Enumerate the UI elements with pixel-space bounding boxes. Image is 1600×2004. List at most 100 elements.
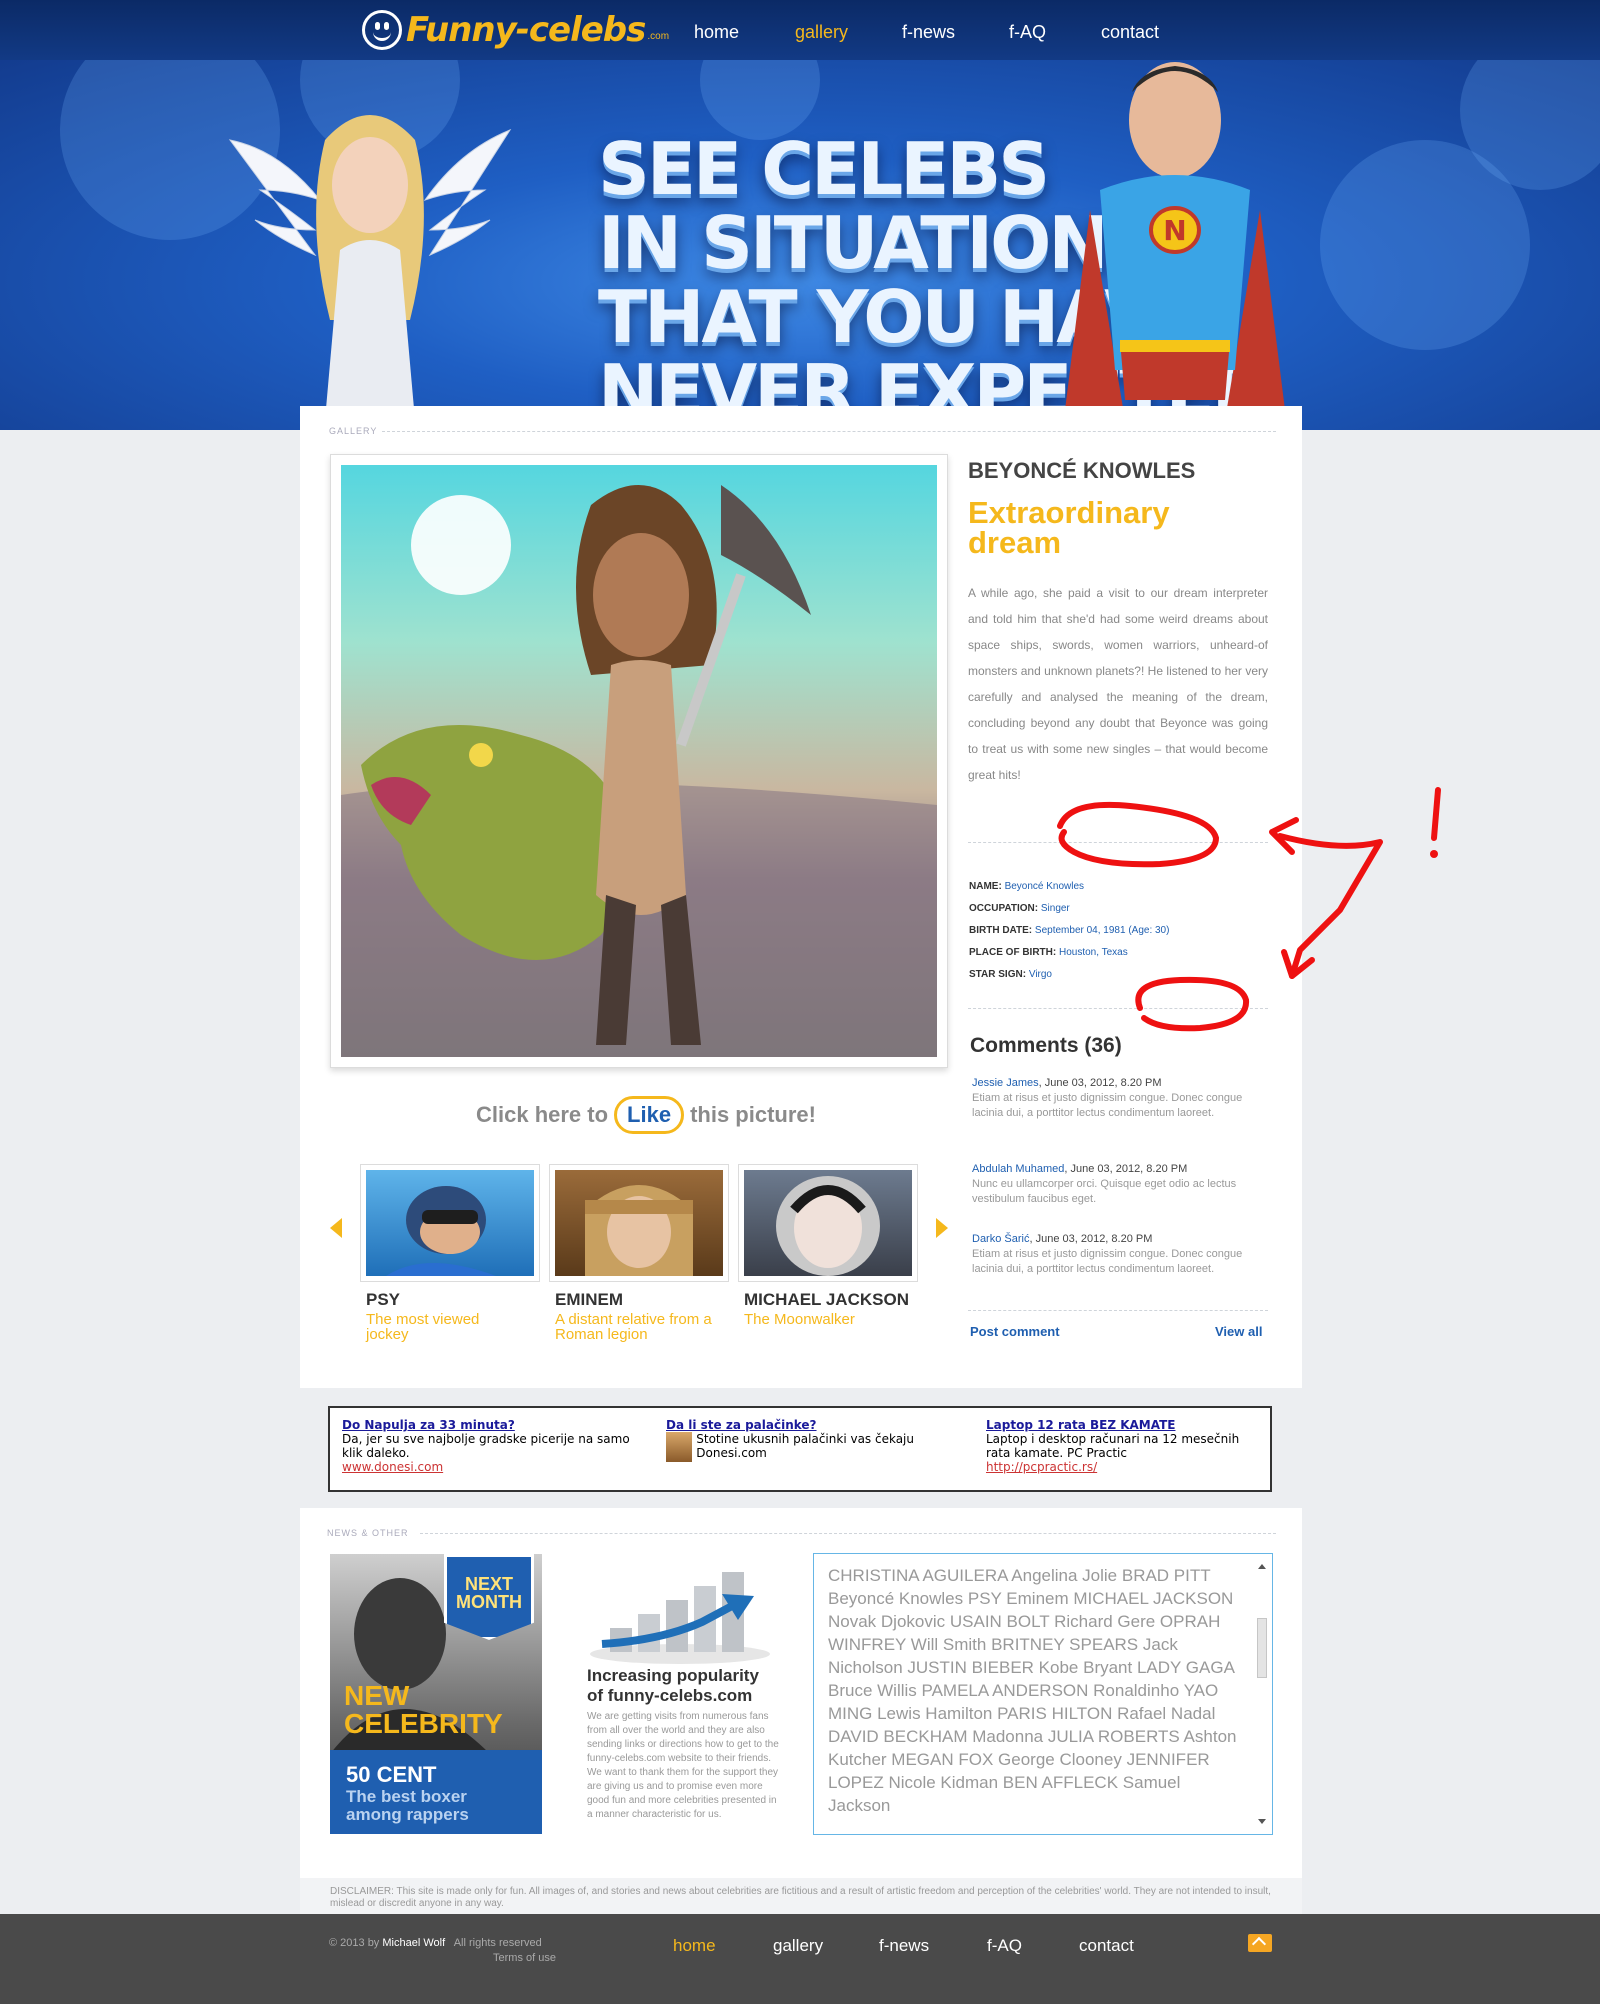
comment-author[interactable]: Darko Šarić xyxy=(972,1233,1029,1245)
info-value[interactable]: Singer xyxy=(1041,903,1070,914)
promo-name: 50 CENT xyxy=(346,1762,437,1787)
gallery-panel: GALLERY BEYONCÉ KNOWLES Extraordinary dr… xyxy=(300,406,1302,1388)
comment-text: Etiam at risus et justo dignissim congue… xyxy=(972,1248,1243,1275)
thumbnail-name[interactable]: EMINEM xyxy=(555,1290,623,1310)
like-button[interactable]: Like xyxy=(614,1096,685,1134)
nav-contact[interactable]: contact xyxy=(1101,22,1159,43)
ad-item[interactable]: Do Napulja za 33 minuta? Da, jer su sve … xyxy=(342,1418,632,1474)
info-value[interactable]: September 04, 1981 (Age: 30) xyxy=(1035,925,1170,936)
main-photo-frame[interactable] xyxy=(330,454,948,1068)
svg-text:N: N xyxy=(1163,214,1186,247)
divider xyxy=(968,1310,1268,1311)
scroll-down-icon[interactable] xyxy=(1258,1819,1266,1824)
copyright-prefix: © 2013 by xyxy=(329,1937,380,1949)
section-label-news: NEWS & OTHER xyxy=(327,1528,409,1538)
divider xyxy=(968,1008,1268,1009)
celeb-description: A while ago, she paid a visit to our dre… xyxy=(968,586,1268,782)
ad-link[interactable]: http://pcpractic.rs/ xyxy=(986,1460,1264,1474)
main-photo[interactable] xyxy=(341,465,937,1057)
pancake-thumbnail xyxy=(666,1432,693,1462)
beyonce-illustration xyxy=(341,485,937,1057)
thumbnail-image[interactable] xyxy=(744,1170,912,1276)
ad-text: Laptop i desktop računari na 12 mesečnih… xyxy=(986,1432,1240,1460)
smiley-logo-icon xyxy=(362,10,402,50)
thumbnail-card[interactable] xyxy=(549,1164,729,1282)
thumbnail-image[interactable] xyxy=(555,1170,723,1276)
new-line-2: CELEBRITY xyxy=(344,1708,503,1739)
carousel-prev-arrow-icon[interactable] xyxy=(330,1218,342,1238)
info-row-place-of-birth: PLACE OF BIRTH: Houston, Texas xyxy=(969,942,1169,964)
ad-item[interactable]: Da li ste za palačinke? Stotine ukusnih … xyxy=(666,1418,936,1462)
info-key: BIRTH DATE: xyxy=(969,925,1033,936)
info-key: NAME: xyxy=(969,881,1002,892)
nav-f-aq[interactable]: f-AQ xyxy=(1009,22,1046,43)
ad-title[interactable]: Laptop 12 rata BEZ KAMATE xyxy=(986,1418,1264,1432)
comment-text: Etiam at risus et justo dignissim congue… xyxy=(972,1092,1243,1119)
promo-sub-line-2: among rappers xyxy=(346,1805,469,1824)
view-all-link[interactable]: View all xyxy=(1215,1324,1262,1339)
nav-gallery[interactable]: gallery xyxy=(795,22,848,43)
comment-author[interactable]: Abdulah Muhamed xyxy=(972,1163,1064,1175)
thumbnail-card[interactable] xyxy=(360,1164,540,1282)
nav-home[interactable]: home xyxy=(694,22,739,43)
popularity-title[interactable]: Increasing popularity of funny-celebs.co… xyxy=(587,1666,759,1706)
new-celebrity-label: NEW CELEBRITY xyxy=(344,1682,503,1738)
copyright: © 2013 by Michael Wolf All rights reserv… xyxy=(329,1934,542,1952)
comment-date: , June 03, 2012, 8.20 PM xyxy=(1064,1163,1188,1175)
like-suffix: this picture! xyxy=(690,1102,816,1127)
footer-nav-f-aq[interactable]: f-AQ xyxy=(987,1936,1022,1956)
tags-scrollbar[interactable] xyxy=(1256,1560,1268,1828)
psy-illustration xyxy=(386,1186,496,1276)
info-value[interactable]: Beyoncé Knowles xyxy=(1005,881,1085,892)
section-label-gallery: GALLERY xyxy=(329,426,378,436)
site-logo[interactable]: Funny-celebs .com xyxy=(362,6,669,54)
michael-jackson-illustration xyxy=(776,1176,880,1276)
author-name[interactable]: Michael Wolf xyxy=(382,1937,445,1949)
info-row-birth-date: BIRTH DATE: September 04, 1981 (Age: 30) xyxy=(969,920,1169,942)
scroll-up-icon[interactable] xyxy=(1258,1564,1266,1569)
footer: © 2013 by Michael Wolf All rights reserv… xyxy=(0,1914,1600,2004)
thumbnail-caption: A distant relative from a Roman legion xyxy=(555,1311,712,1343)
info-key: STAR SIGN: xyxy=(969,969,1027,980)
ad-link[interactable]: www.donesi.com xyxy=(342,1460,632,1474)
thumbnail-name[interactable]: PSY xyxy=(366,1290,400,1310)
top-navbar: Funny-celebs .com home gallery f-news f-… xyxy=(0,0,1600,60)
ads-banner: Do Napulja za 33 minuta? Da, jer su sve … xyxy=(328,1406,1272,1492)
thumbnail-image[interactable] xyxy=(366,1170,534,1276)
scroll-thumb[interactable] xyxy=(1257,1618,1267,1678)
ad-item[interactable]: Laptop 12 rata BEZ KAMATE Laptop i deskt… xyxy=(986,1418,1264,1474)
disclaimer: DISCLAIMER: This site is made only for f… xyxy=(300,1878,1302,1914)
ad-title[interactable]: Do Napulja za 33 minuta? xyxy=(342,1418,632,1432)
back-to-top-icon[interactable] xyxy=(1248,1934,1272,1952)
celeb-info-list: NAME: Beyoncé Knowles OCCUPATION: Singer… xyxy=(969,876,1169,986)
info-value[interactable]: Houston, Texas xyxy=(1059,947,1128,958)
footer-nav-f-news[interactable]: f-news xyxy=(879,1936,929,1956)
news-panel: NEWS & OTHER NEXT MONTH NEW CELEBRITY 50… xyxy=(300,1508,1302,1878)
footer-nav-home[interactable]: home xyxy=(673,1936,716,1956)
title-line-2: dream xyxy=(968,525,1062,560)
post-comment-link[interactable]: Post comment xyxy=(970,1324,1060,1339)
thumbnail-caption: The most viewed jockey xyxy=(366,1311,480,1343)
like-prefix: Click here to xyxy=(476,1102,609,1127)
ad-title[interactable]: Da li ste za palačinke? xyxy=(666,1418,936,1432)
info-row-name: NAME: Beyoncé Knowles xyxy=(969,876,1169,898)
ad-body: Stotine ukusnih palačinki vas čekaju Don… xyxy=(666,1432,936,1462)
thumbnail-name[interactable]: MICHAEL JACKSON xyxy=(744,1290,909,1310)
popularity-text: We are getting visits from numerous fans… xyxy=(587,1711,779,1820)
comment-author[interactable]: Jessie James xyxy=(972,1077,1039,1089)
celebrity-tag-cloud[interactable]: CHRISTINA AGUILERA Angelina Jolie BRAD P… xyxy=(813,1553,1273,1835)
divider xyxy=(382,431,1276,432)
popularity-title-line-1: Increasing popularity xyxy=(587,1666,759,1685)
footer-nav-contact[interactable]: contact xyxy=(1079,1936,1134,1956)
next-celebrity-promo[interactable]: NEXT MONTH NEW CELEBRITY 50 CENT The bes… xyxy=(330,1554,542,1834)
carousel-next-arrow-icon[interactable] xyxy=(936,1218,948,1238)
footer-nav-gallery[interactable]: gallery xyxy=(773,1936,823,1956)
comment-date: , June 03, 2012, 8.20 PM xyxy=(1029,1233,1153,1245)
info-value[interactable]: Virgo xyxy=(1029,969,1052,980)
divider xyxy=(420,1533,1276,1534)
thumbnail-card[interactable] xyxy=(738,1164,918,1282)
celebrity-tags[interactable]: CHRISTINA AGUILERA Angelina Jolie BRAD P… xyxy=(828,1566,1236,1815)
comment-date: , June 03, 2012, 8.20 PM xyxy=(1038,1077,1162,1089)
nav-f-news[interactable]: f-news xyxy=(902,22,955,43)
terms-of-use-link[interactable]: Terms of use xyxy=(493,1952,556,1964)
